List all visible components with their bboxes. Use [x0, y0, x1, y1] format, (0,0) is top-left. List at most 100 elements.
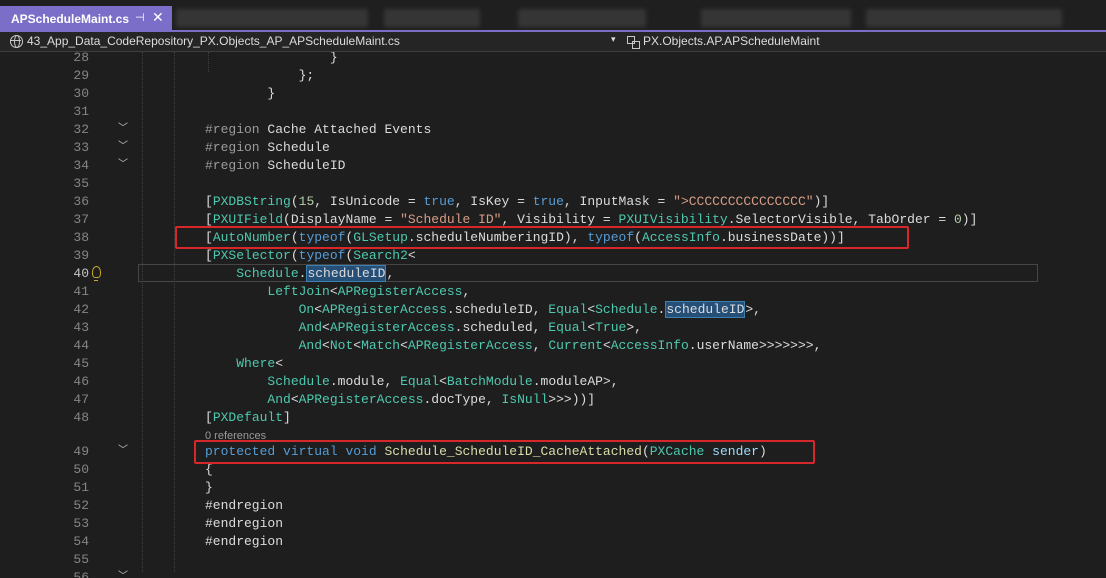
line-number: 46 — [73, 374, 89, 389]
code-text[interactable]: [PXSelector(typeof(Search2< — [205, 247, 416, 265]
code-text[interactable]: } — [205, 479, 213, 497]
line-number: 30 — [73, 86, 89, 101]
tab-blurred[interactable] — [701, 9, 851, 27]
annotation-box — [194, 440, 815, 464]
code-line[interactable]: 41 LeftJoin<APRegisterAccess, — [0, 283, 1106, 301]
code-text[interactable]: #region Cache Attached Events — [205, 121, 431, 139]
code-line[interactable]: 48 [PXDefault] — [0, 409, 1106, 427]
code-line[interactable]: 40 Schedule.scheduleID, — [0, 265, 1106, 283]
lightbulb-icon[interactable] — [92, 266, 101, 281]
code-text[interactable]: Where< — [205, 355, 283, 373]
code-line[interactable]: 29 }; — [0, 67, 1106, 85]
code-line[interactable]: 53 #endregion — [0, 515, 1106, 533]
code-line[interactable]: 31 — [0, 103, 1106, 121]
code-line[interactable]: 36 [PXDBString(15, IsUnicode = true, IsK… — [0, 193, 1106, 211]
code-line[interactable]: 34 ﹀ #region ScheduleID — [0, 157, 1106, 175]
line-number: 41 — [73, 284, 89, 299]
code-line[interactable]: 45 Where< — [0, 355, 1106, 373]
line-number: 32 — [73, 122, 89, 137]
code-line[interactable]: 28 } — [0, 52, 1106, 67]
code-editor[interactable]: 28 } 29 }; 30 } 31 32 ﹀ #region Cache At… — [0, 52, 1106, 578]
code-line[interactable]: 42 On<APRegisterAccess.scheduleID, Equal… — [0, 301, 1106, 319]
line-number: 33 — [73, 140, 89, 155]
tab-blurred[interactable] — [384, 9, 480, 27]
line-number: 54 — [73, 534, 89, 549]
line-number: 38 — [73, 230, 89, 245]
code-text[interactable]: [PXDBString(15, IsUnicode = true, IsKey … — [205, 193, 829, 211]
code-text[interactable]: #endregion — [205, 497, 283, 515]
line-number: 40 — [73, 266, 89, 281]
chevron-down-icon[interactable]: ﹀ — [118, 157, 128, 175]
chevron-down-icon[interactable]: ﹀ — [118, 121, 128, 139]
tab-blurred[interactable] — [518, 9, 646, 27]
line-number: 44 — [73, 338, 89, 353]
class-icon — [626, 35, 640, 49]
chevron-down-icon[interactable]: ▾ — [611, 34, 616, 45]
navigation-bar: 43_App_Data_CodeRepository_PX.Objects_AP… — [0, 32, 1106, 52]
code-line[interactable]: 55 — [0, 551, 1106, 569]
code-line[interactable]: 35 — [0, 175, 1106, 193]
line-number: 49 — [73, 444, 89, 459]
line-number: 29 — [73, 68, 89, 83]
line-number: 45 — [73, 356, 89, 371]
member-label: PX.Objects.AP.APScheduleMaint — [643, 34, 820, 48]
chevron-down-icon[interactable]: ﹀ — [118, 139, 128, 157]
chevron-down-icon[interactable]: ﹀ — [118, 443, 128, 461]
code-text[interactable]: Schedule.scheduleID, — [205, 265, 394, 283]
line-number: 55 — [73, 552, 89, 567]
code-line[interactable]: 32 ﹀ #region Cache Attached Events — [0, 121, 1106, 139]
tab-apschedulemaint[interactable]: APScheduleMaint.cs ⊣ ✕ — [0, 6, 172, 32]
code-text[interactable]: And<APRegisterAccess.docType, IsNull>>>)… — [205, 391, 595, 409]
code-text[interactable]: On<APRegisterAccess.scheduleID, Equal<Sc… — [205, 301, 761, 319]
line-number: 34 — [73, 158, 89, 173]
code-line[interactable]: 33 ﹀ #region Schedule — [0, 139, 1106, 157]
project-dropdown[interactable]: 43_App_Data_CodeRepository_PX.Objects_AP… — [10, 34, 400, 48]
line-number: 31 — [73, 104, 89, 119]
line-number: 53 — [73, 516, 89, 531]
code-line[interactable]: 39 [PXSelector(typeof(Search2< — [0, 247, 1106, 265]
code-line[interactable]: 43 And<APRegisterAccess.scheduled, Equal… — [0, 319, 1106, 337]
annotation-box — [175, 226, 909, 249]
code-line[interactable]: 46 Schedule.module, Equal<BatchModule.mo… — [0, 373, 1106, 391]
code-line[interactable]: 47 And<APRegisterAccess.docType, IsNull>… — [0, 391, 1106, 409]
code-text[interactable]: #endregion — [205, 515, 283, 533]
code-text[interactable]: And<APRegisterAccess.scheduled, Equal<Tr… — [205, 319, 642, 337]
code-line[interactable]: 54 #endregion — [0, 533, 1106, 551]
code-text[interactable]: [PXDefault] — [205, 409, 291, 427]
globe-icon — [10, 34, 23, 48]
code-text[interactable]: Schedule.module, Equal<BatchModule.modul… — [205, 373, 618, 391]
close-icon[interactable]: ✕ — [152, 9, 164, 26]
code-text[interactable]: And<Not<Match<APRegisterAccess, Current<… — [205, 337, 822, 355]
line-number: 28 — [73, 52, 89, 65]
document-tab-bar: APScheduleMaint.cs ⊣ ✕ — [0, 0, 1106, 32]
tab-label: APScheduleMaint.cs — [11, 12, 130, 26]
line-number: 39 — [73, 248, 89, 263]
line-number: 35 — [73, 176, 89, 191]
code-text[interactable]: #region Schedule — [205, 139, 330, 157]
code-text[interactable]: }; — [205, 67, 315, 85]
code-text[interactable]: LeftJoin<APRegisterAccess, — [205, 283, 470, 301]
code-line[interactable]: 44 And<Not<Match<APRegisterAccess, Curre… — [0, 337, 1106, 355]
pin-icon[interactable]: ⊣ — [135, 11, 145, 24]
line-number: 51 — [73, 480, 89, 495]
code-line[interactable]: 51 } — [0, 479, 1106, 497]
tab-blurred[interactable] — [176, 9, 368, 27]
chevron-down-icon[interactable]: ﹀ — [118, 569, 128, 578]
line-number: 37 — [73, 212, 89, 227]
code-text[interactable]: #endregion — [205, 533, 283, 551]
line-number: 52 — [73, 498, 89, 513]
code-line[interactable]: 52 #endregion — [0, 497, 1106, 515]
line-number: 36 — [73, 194, 89, 209]
line-number: 42 — [73, 302, 89, 317]
code-text[interactable]: } — [205, 52, 338, 67]
line-number: 48 — [73, 410, 89, 425]
member-dropdown[interactable]: PX.Objects.AP.APScheduleMaint — [626, 34, 820, 49]
code-line[interactable]: 30 } — [0, 85, 1106, 103]
code-line[interactable]: 56 ﹀ — [0, 569, 1106, 578]
line-number: 50 — [73, 462, 89, 477]
code-text[interactable]: #region ScheduleID — [205, 157, 345, 175]
line-number: 56 — [73, 570, 89, 578]
code-text[interactable]: } — [205, 85, 275, 103]
tab-blurred[interactable] — [866, 9, 1062, 27]
line-number: 47 — [73, 392, 89, 407]
